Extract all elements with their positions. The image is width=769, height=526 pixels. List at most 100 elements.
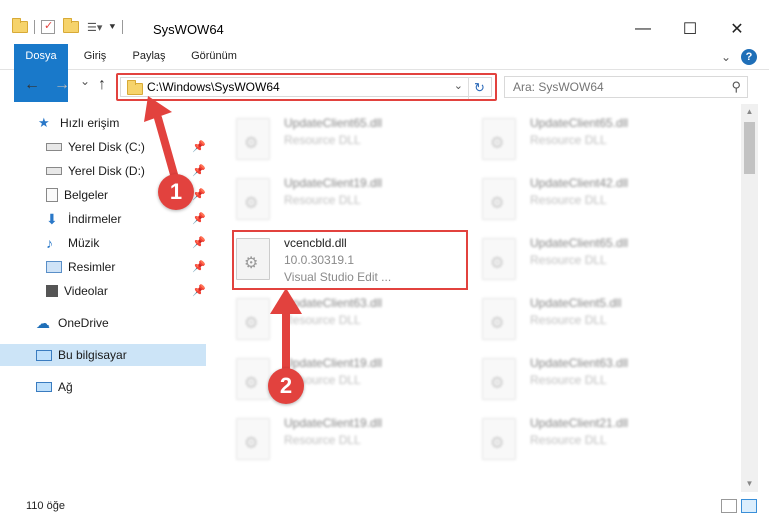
close-button[interactable]: ✕ [714,14,760,44]
file-item[interactable]: UpdateClient19.dll Resource DLL [236,172,474,230]
pin-icon[interactable]: 📌 [192,140,206,153]
sidebar-item-onedrive[interactable]: ☁ OneDrive [0,312,206,334]
pin-icon[interactable]: 📌 [192,212,206,225]
file-highlight-box [232,230,468,290]
folder-icon [12,18,28,33]
file-description: Resource DLL [530,253,607,267]
sidebar-item-this-pc[interactable]: Bu bilgisayar [0,344,206,366]
file-name: UpdateClient5.dll [530,296,622,310]
file-item[interactable]: UpdateClient42.dll Resource DLL [482,172,720,230]
scroll-thumb[interactable] [744,122,755,174]
scroll-up-icon[interactable]: ▲ [741,104,758,120]
drive-icon [46,143,62,151]
search-input[interactable] [505,77,715,97]
expand-ribbon-icon[interactable]: ⌄ [721,50,731,64]
recent-locations-button[interactable]: ⌄ [80,74,90,88]
customize-icon[interactable]: ☰▾ [87,21,102,34]
forward-button[interactable]: → [54,76,70,94]
file-description: Resource DLL [284,193,361,207]
file-description: Resource DLL [530,193,607,207]
sidebar-item-label: İndirmeler [68,212,122,226]
tiles-view-icon[interactable] [741,499,757,513]
address-bar[interactable]: C:\Windows\SysWOW64 ⌄ ↻ [120,77,492,99]
tab-home[interactable]: Giriş [74,44,116,69]
file-name: UpdateClient19.dll [284,356,383,370]
properties-icon[interactable]: ✓ [41,20,55,34]
annotation-badge-1: 1 [158,174,194,210]
tab-view[interactable]: Görünüm [184,44,244,69]
dll-file-icon [236,178,270,220]
file-name: UpdateClient19.dll [284,416,383,430]
dll-file-icon [482,358,516,400]
file-item[interactable]: UpdateClient65.dll Resource DLL [236,112,474,170]
sidebar-item-label: Resimler [68,260,116,274]
new-folder-icon[interactable] [63,18,79,33]
dll-file-icon [482,238,516,280]
status-bar: 110 öğe [0,492,769,526]
file-list: UpdateClient65.dll Resource DLL UpdateCl… [210,104,740,492]
window-title: SysWOW64 [153,22,224,37]
ribbon-tabs: Dosya Giriş Paylaş Görünüm ⌄ ? [0,44,769,102]
file-item[interactable]: UpdateClient5.dll Resource DLL [482,292,720,350]
file-description: Resource DLL [284,133,361,147]
file-item[interactable]: UpdateClient63.dll Resource DLL [236,292,474,350]
sidebar-item-pictures[interactable]: Resimler 📌 [0,256,206,278]
tab-share[interactable]: Paylaş [124,44,174,69]
sidebar-item-videos[interactable]: Videolar 📌 [0,280,206,302]
pin-icon[interactable]: 📌 [192,164,206,177]
up-button[interactable]: ↑ [98,76,106,94]
dll-file-icon [482,118,516,160]
vertical-scrollbar[interactable]: ▲ ▼ [741,104,758,492]
search-icon: ⚲ [731,79,741,94]
search-box[interactable]: ⚲ [504,76,748,98]
sidebar-item-label: Hızlı erişim [60,116,120,130]
sidebar-item-quick-access[interactable]: ★ Hızlı erişim [0,112,206,134]
dll-file-icon [482,298,516,340]
file-name: UpdateClient65.dll [284,116,383,130]
sidebar-item-music[interactable]: ♪ Müzik 📌 [0,232,206,254]
file-name: UpdateClient65.dll [530,116,629,130]
annotation-badge-2: 2 [268,368,304,404]
dll-file-icon [236,358,270,400]
dll-file-icon [236,298,270,340]
file-item[interactable]: UpdateClient63.dll Resource DLL [482,352,720,410]
download-icon: ⬇ [46,211,58,227]
back-button[interactable]: ← [24,76,40,94]
sidebar-item-label: Belgeler [64,188,109,202]
pin-icon[interactable]: 📌 [192,260,206,273]
file-name: UpdateClient21.dll [530,416,629,430]
file-name: UpdateClient19.dll [284,176,383,190]
minimize-button[interactable]: — [620,14,666,44]
file-description: Resource DLL [530,313,607,327]
title-bar: ✓ ☰▾ ⯆ SysWOW64 — ☐ ✕ [0,0,769,44]
dll-file-icon [482,418,516,460]
sidebar-item-network[interactable]: Ağ [0,376,206,398]
sidebar-item-downloads[interactable]: ⬇ İndirmeler 📌 [0,208,206,230]
pin-icon[interactable]: 📌 [192,236,206,249]
dll-file-icon [482,178,516,220]
refresh-button[interactable]: ↻ [468,77,490,99]
cloud-icon: ☁ [36,315,50,331]
address-path[interactable]: C:\Windows\SysWOW64 [147,80,280,94]
maximize-button[interactable]: ☐ [667,14,713,44]
pin-icon[interactable]: 📌 [192,284,206,297]
scroll-down-icon[interactable]: ▼ [741,476,758,492]
pin-icon[interactable]: 📌 [192,188,206,201]
documents-icon [46,188,58,202]
file-name: UpdateClient65.dll [530,236,629,250]
network-icon [36,382,52,392]
file-item[interactable]: UpdateClient65.dll Resource DLL [482,232,720,290]
chevron-down-icon[interactable]: ⌄ [454,79,463,92]
details-view-icon[interactable] [721,499,737,513]
file-item[interactable]: UpdateClient21.dll Resource DLL [482,412,720,470]
file-item[interactable]: UpdateClient65.dll Resource DLL [482,112,720,170]
file-name: UpdateClient42.dll [530,176,629,190]
sidebar-item-drive-c[interactable]: Yerel Disk (C:) 📌 [0,136,206,158]
sidebar-item-label: Müzik [68,236,100,250]
qat-dropdown-icon[interactable]: ⯆ [108,22,116,33]
address-bar-highlight: C:\Windows\SysWOW64 ⌄ ↻ [116,73,497,101]
file-description: Resource DLL [530,373,607,387]
file-item[interactable]: UpdateClient19.dll Resource DLL [236,412,474,470]
help-icon[interactable]: ? [741,49,757,65]
item-count: 110 öğe [26,500,65,512]
